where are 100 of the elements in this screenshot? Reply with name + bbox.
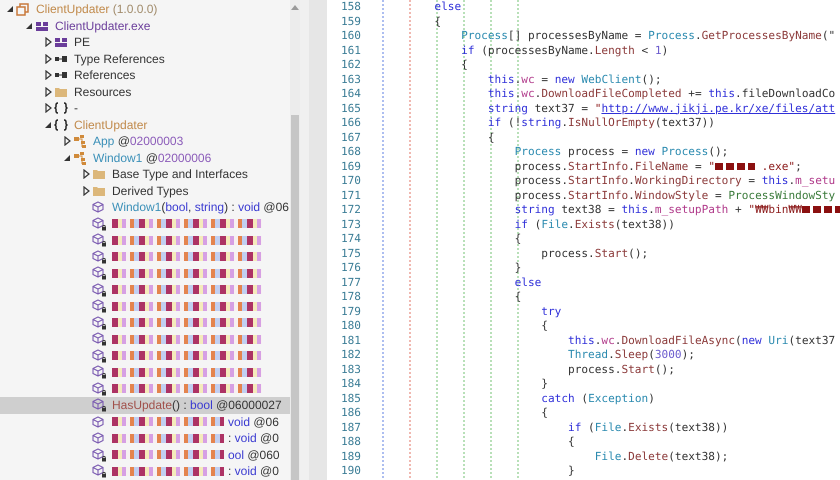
tree-item-label: ClientUpdater (1.0.0.0) xyxy=(36,2,158,16)
cube-icon xyxy=(92,416,104,428)
code-line: catch (Exception) xyxy=(540,392,656,406)
selected-tree-item[interactable]: HasUpdate() : bool @06000027 xyxy=(0,397,290,414)
line-number: 179 xyxy=(340,304,361,319)
code-line: string text37 = "http://www.jikji.pe.kr/xe/files/att xyxy=(486,102,836,116)
code-line: { xyxy=(433,14,442,29)
collapsed-triangle-icon[interactable] xyxy=(64,136,70,146)
code-line: this.wc.DownloadFileCompleted += this.fileDownloadCo xyxy=(486,87,836,102)
code-line: { xyxy=(567,435,576,450)
line-number: 165 xyxy=(340,102,361,116)
code-line: this.wc = new WebClient(); xyxy=(486,72,663,87)
line-number: 170 xyxy=(340,174,361,188)
module-icon xyxy=(35,20,49,32)
cube-icon xyxy=(92,201,104,214)
tree-item[interactable]: - xyxy=(0,100,290,116)
locked-cube-icon xyxy=(92,266,107,280)
cube-icon xyxy=(92,432,104,444)
folder-icon xyxy=(92,168,106,180)
tree-item-label: PE xyxy=(74,35,90,50)
code-line: process.Start(); xyxy=(540,246,650,261)
tree-item-label: Window1(bool, string) : void @06 xyxy=(112,200,289,214)
line-number: 175 xyxy=(340,246,361,261)
line-number: 163 xyxy=(340,72,361,87)
code-line: else xyxy=(514,276,542,290)
collapsed-triangle-icon[interactable] xyxy=(44,54,52,64)
tree-item-label: Window1 @02000006 xyxy=(93,150,212,165)
expanded-triangle-icon[interactable] xyxy=(6,5,14,14)
code-line: if (File.Exists(text38)) xyxy=(567,420,730,435)
line-number: 185 xyxy=(340,392,361,406)
line-number: 182 xyxy=(340,348,361,362)
code-line: { xyxy=(540,319,549,334)
tree-item[interactable]: Window1 @02000006 xyxy=(0,150,290,166)
locked-cube-icon xyxy=(92,216,107,231)
code-line: process.Start(); xyxy=(567,362,676,377)
tree-item[interactable]: ClientUpdater.exe xyxy=(0,18,290,34)
tree-item-label: : void @0 xyxy=(228,464,279,478)
code-line: process.StartInfo.WorkingDirectory = this.m_setu xyxy=(514,174,836,188)
code-line: process.StartInfo.FileName = " .exe"; xyxy=(514,160,803,174)
collapsed-triangle-icon[interactable] xyxy=(44,37,52,48)
tree-item[interactable]: App @02000003 xyxy=(0,133,290,150)
tree-item[interactable]: Base Type and Interfaces xyxy=(0,166,290,182)
tree-item[interactable]: : void @0 xyxy=(0,430,290,446)
locked-cube-icon xyxy=(92,282,107,297)
braces-icon xyxy=(54,102,68,114)
locked-cube-icon xyxy=(92,332,107,346)
collapsed-triangle-icon[interactable] xyxy=(82,169,90,180)
line-number: 158 xyxy=(340,0,361,14)
tree-item-label: : void @0 xyxy=(228,431,279,446)
code-line: Thread.Sleep(3000); xyxy=(567,348,696,362)
line-number: 160 xyxy=(340,29,361,44)
locked-cube-icon xyxy=(92,233,107,248)
line-number: 177 xyxy=(340,276,361,290)
collapsed-triangle-icon[interactable] xyxy=(44,103,52,114)
line-number: 162 xyxy=(340,58,361,72)
code-line: Process[] processesByName = Process.GetProcessesByName(" xyxy=(460,29,836,44)
code-line: { xyxy=(460,58,469,72)
locked-cube-icon xyxy=(92,398,107,412)
line-number: 186 xyxy=(340,406,361,420)
module-icon xyxy=(54,36,68,48)
locked-cube-icon xyxy=(92,250,107,264)
expanded-triangle-icon[interactable] xyxy=(44,120,52,129)
code-line: File.Delete(text38); xyxy=(594,450,730,464)
tree-item[interactable]: Window1(bool, string) : void @06 xyxy=(0,199,290,216)
collapsed-triangle-icon[interactable] xyxy=(44,86,52,97)
locked-cube-icon xyxy=(92,382,107,396)
scrollbar-thumb[interactable] xyxy=(291,115,299,480)
tree-item-label: Resources xyxy=(74,84,132,99)
tree-item[interactable]: PE xyxy=(0,34,290,50)
tree-item-label: Base Type and Interfaces xyxy=(112,167,248,182)
line-number: 169 xyxy=(340,160,361,174)
reference-icon xyxy=(54,54,68,63)
tree-item[interactable]: : void @0 xyxy=(0,463,290,480)
tree-item[interactable]: Type References xyxy=(0,50,290,67)
tree-item-label: App @02000003 xyxy=(93,134,184,148)
tree-item-label: Derived Types xyxy=(112,184,188,198)
code-line: } xyxy=(540,377,549,392)
line-number: 176 xyxy=(340,261,361,276)
collapsed-triangle-icon[interactable] xyxy=(44,70,52,80)
line-number: 180 xyxy=(340,319,361,334)
expanded-triangle-icon[interactable] xyxy=(63,154,71,162)
code-line: try xyxy=(540,304,562,319)
code-line: { xyxy=(514,232,522,246)
collapsed-triangle-icon[interactable] xyxy=(82,186,90,196)
folder-icon xyxy=(54,86,68,98)
tree-item-label: HasUpdate() : bool @06000027 xyxy=(112,398,282,412)
line-number: 188 xyxy=(340,435,361,450)
scrollbar[interactable] xyxy=(290,0,300,480)
code-line: if (processesByName.Length < 1) xyxy=(460,44,670,58)
locked-cube-icon xyxy=(92,299,107,314)
code-line: else xyxy=(433,0,462,14)
tree-item[interactable]: ool @060 xyxy=(0,446,290,463)
tree-item[interactable]: References xyxy=(0,67,290,84)
code-line: process.StartInfo.WindowStyle = ProcessWindowSty xyxy=(514,188,836,203)
tree-item[interactable]: void @06 xyxy=(0,414,290,430)
tree-item[interactable]: Derived Types xyxy=(0,182,290,199)
locked-cube-icon xyxy=(92,448,107,462)
expanded-triangle-icon[interactable] xyxy=(25,22,33,30)
line-number: 172 xyxy=(340,203,361,218)
tree-item[interactable]: Resources xyxy=(0,84,290,100)
